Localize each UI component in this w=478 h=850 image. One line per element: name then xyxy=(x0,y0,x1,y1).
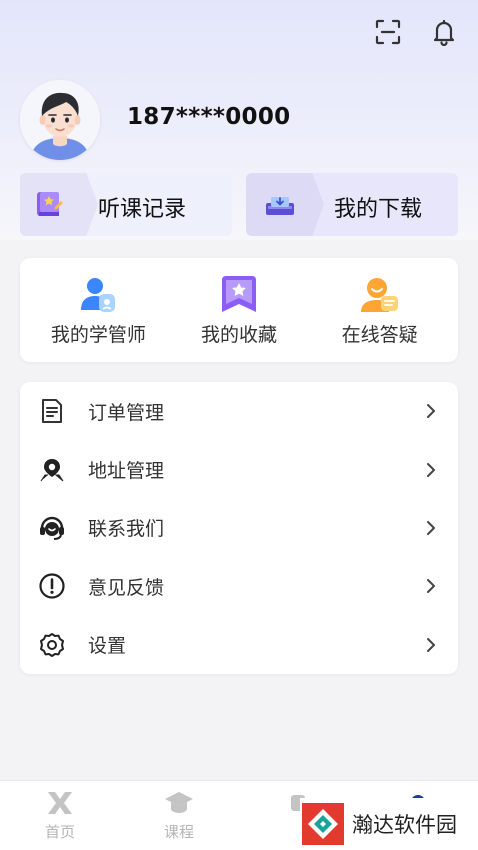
course-record-label: 听课记录 xyxy=(98,197,187,222)
menu-item-order[interactable]: 订单管理 xyxy=(20,382,458,440)
chevron-right-icon xyxy=(424,520,438,536)
tab-label: 课程 xyxy=(163,823,194,841)
support-icon xyxy=(38,514,66,542)
my-advisor-item[interactable]: 我的学管师 xyxy=(33,274,163,347)
online-qa-item[interactable]: 在线答疑 xyxy=(315,274,445,347)
tab-home[interactable]: 首页 xyxy=(20,789,100,842)
menu-item-address[interactable]: 地址管理 xyxy=(20,440,458,498)
settings-icon xyxy=(38,631,66,659)
menu-list: 订单管理 地址管理 联系我们 意见反馈 设置 xyxy=(20,382,458,674)
chevron-right-icon xyxy=(424,403,438,419)
watermark: 瀚达软件园 xyxy=(300,798,470,850)
scan-icon[interactable] xyxy=(372,16,404,48)
home-icon xyxy=(45,789,75,817)
favorite-icon xyxy=(218,274,260,316)
advisor-icon xyxy=(77,274,119,316)
menu-item-label: 设置 xyxy=(88,635,127,658)
services-card: 我的学管师 我的收藏 在线答疑 xyxy=(20,258,458,362)
my-favorite-item[interactable]: 我的收藏 xyxy=(174,274,304,347)
watermark-logo-icon xyxy=(300,801,346,847)
chevron-right-icon xyxy=(424,462,438,478)
online-qa-label: 在线答疑 xyxy=(341,323,418,346)
menu-item-label: 意见反馈 xyxy=(88,576,165,599)
menu-item-settings[interactable]: 设置 xyxy=(20,616,458,674)
watermark-text: 瀚达软件园 xyxy=(352,813,457,837)
course-icon xyxy=(164,789,194,817)
menu-item-label: 订单管理 xyxy=(88,401,165,424)
my-advisor-label: 我的学管师 xyxy=(50,323,146,346)
user-phone[interactable]: 187****0000 xyxy=(127,104,290,130)
menu-item-feedback[interactable]: 意见反馈 xyxy=(20,557,458,615)
qa-icon xyxy=(359,274,401,316)
avatar[interactable] xyxy=(20,80,100,160)
location-icon xyxy=(38,456,66,484)
tab-course[interactable]: 课程 xyxy=(139,789,219,842)
chevron-right-icon xyxy=(424,637,438,653)
my-download-card[interactable]: 我的下载 xyxy=(246,173,458,236)
chevron-right-icon xyxy=(424,578,438,594)
menu-item-label: 地址管理 xyxy=(88,460,165,483)
top-actions xyxy=(372,16,460,48)
menu-item-contact[interactable]: 联系我们 xyxy=(20,499,458,557)
bell-icon[interactable] xyxy=(428,16,460,48)
tab-label: 首页 xyxy=(44,823,75,841)
course-record-card[interactable]: 听课记录 xyxy=(20,173,232,236)
download-icon xyxy=(264,189,294,219)
menu-item-label: 联系我们 xyxy=(88,518,165,541)
course-record-icon xyxy=(34,189,64,219)
my-favorite-label: 我的收藏 xyxy=(200,323,277,346)
order-icon xyxy=(38,397,66,425)
feedback-icon xyxy=(38,572,66,600)
my-download-label: 我的下载 xyxy=(334,197,423,222)
